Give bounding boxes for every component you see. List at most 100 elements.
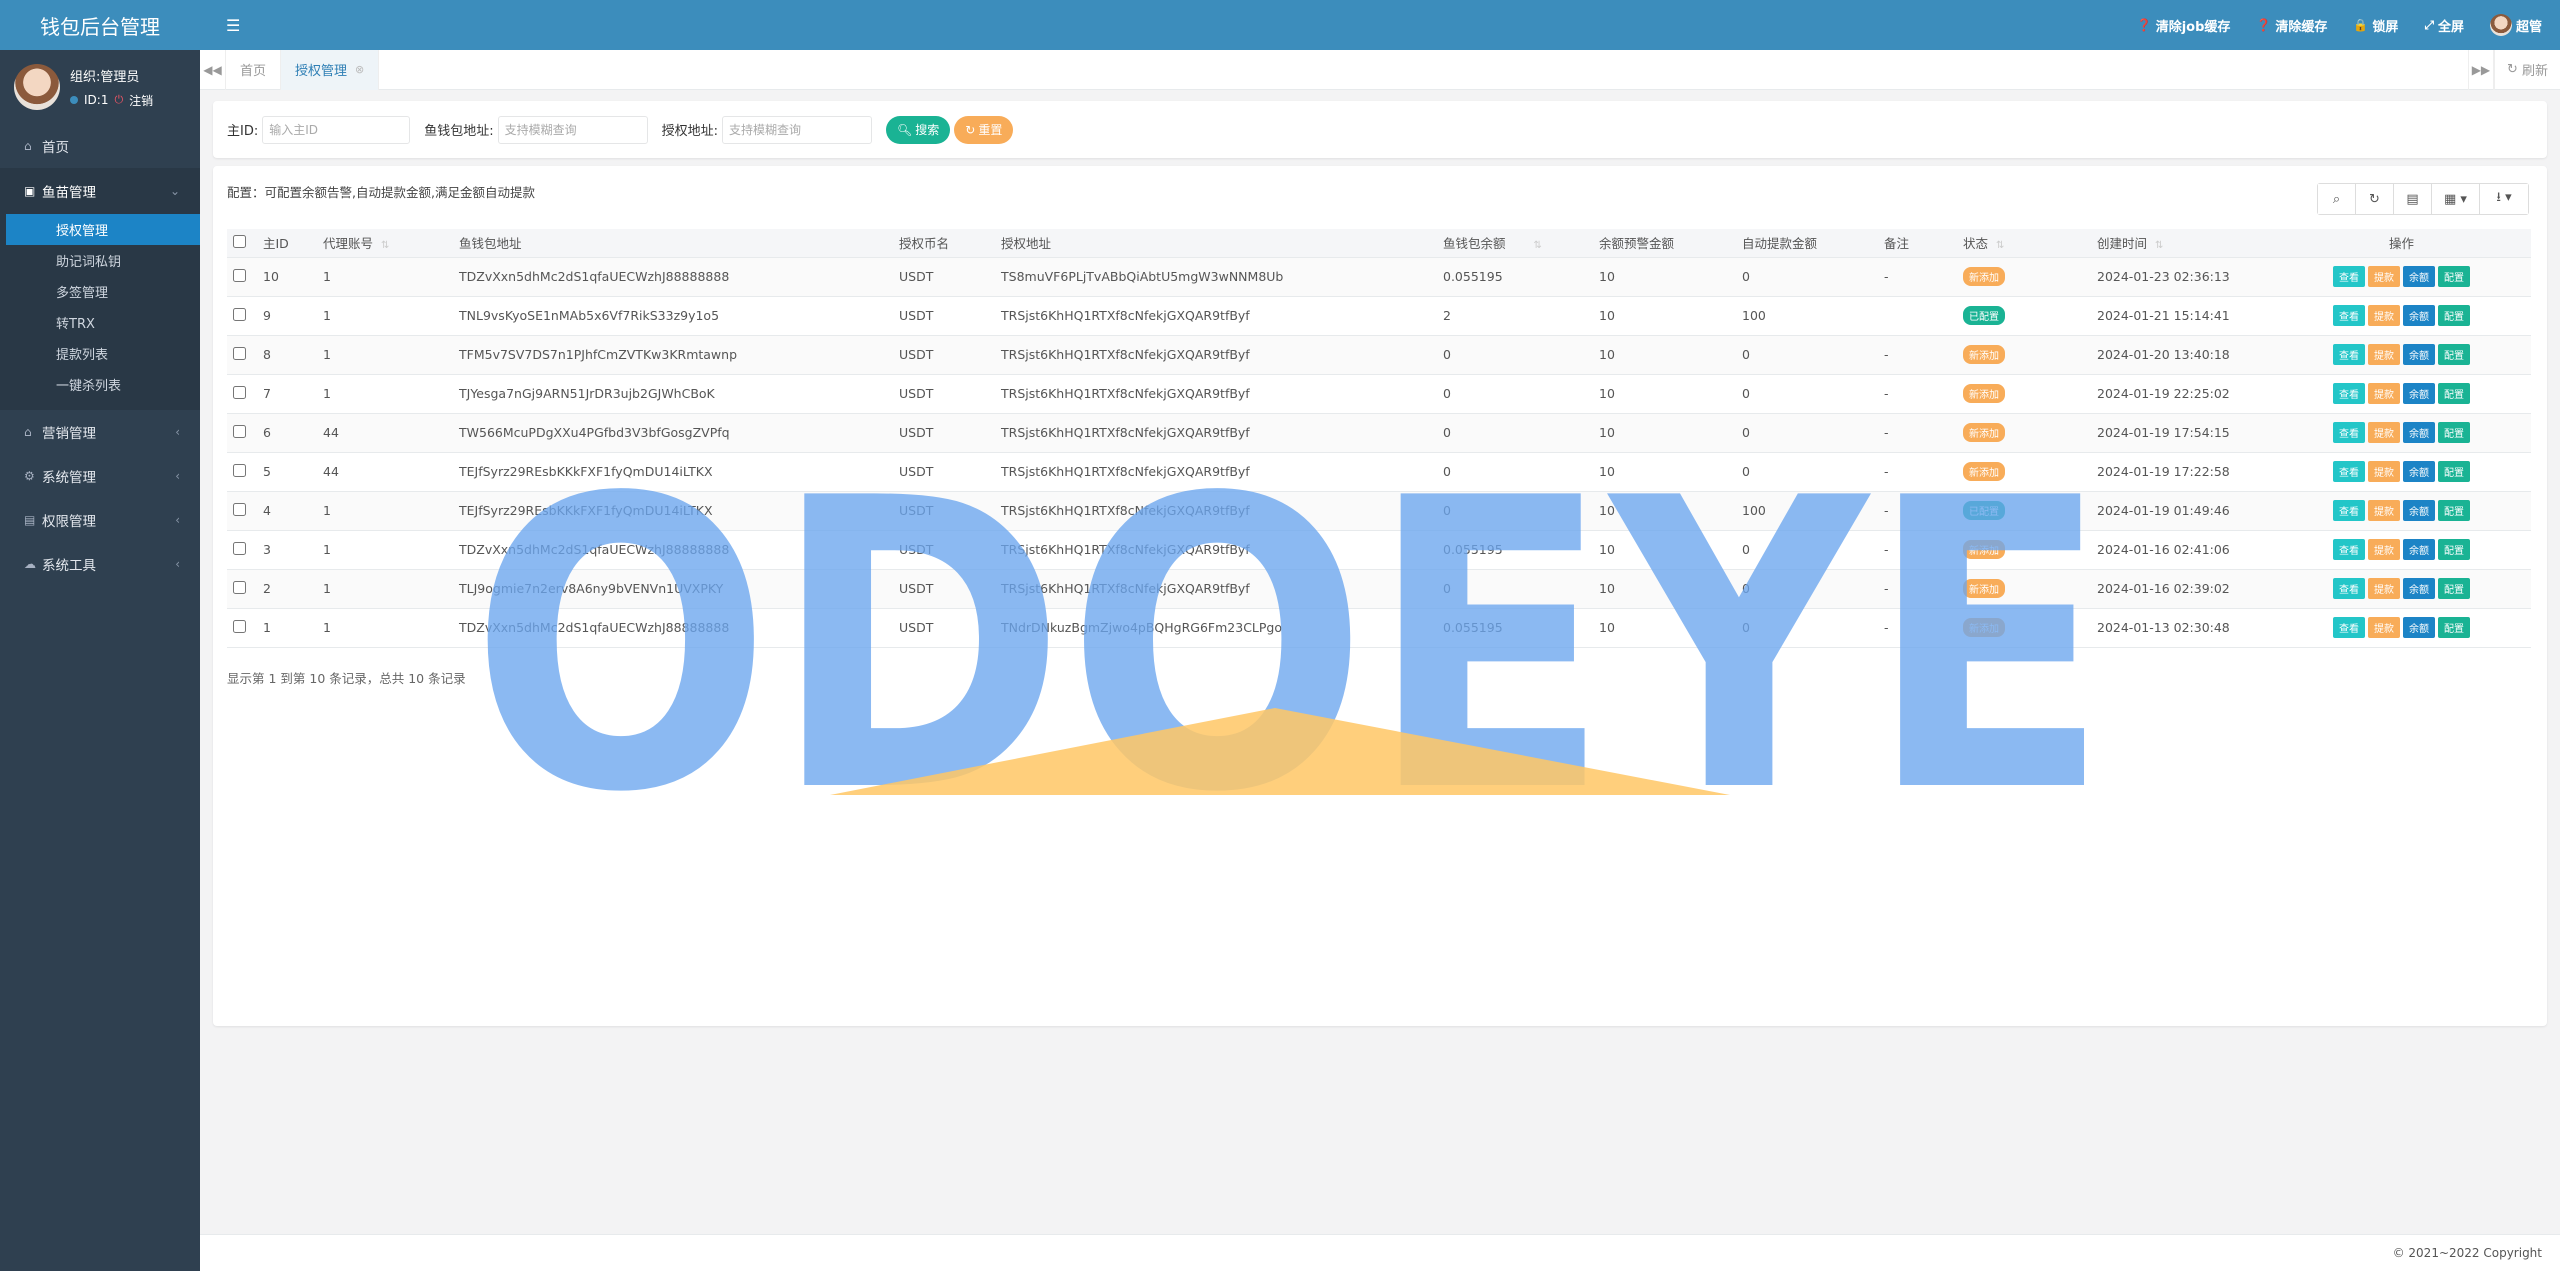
table-row[interactable]: 7 1 TJYesga7nGj9ARN51JrDR3ujb2GJWhCBoK USDT… <box>227 374 2531 413</box>
col-header[interactable]: 创建时间 ⇅ <box>2067 229 2272 258</box>
config-button[interactable]: 配置 <box>2438 383 2470 404</box>
tab-scroll-left-icon[interactable]: ◀◀ <box>200 49 226 90</box>
view-button[interactable]: 查看 <box>2333 422 2365 443</box>
balance-button[interactable]: 余额 <box>2403 539 2435 560</box>
sidebar-item-marketing[interactable]: ⌂ 营销管理 ‹ <box>0 410 200 454</box>
row-checkbox[interactable] <box>233 541 246 555</box>
config-button[interactable]: 配置 <box>2438 461 2470 482</box>
view-button[interactable]: 查看 <box>2333 578 2365 599</box>
row-checkbox[interactable] <box>233 580 246 594</box>
submenu-item-multisig[interactable]: 多签管理 <box>0 276 200 307</box>
col-header[interactable]: 主ID <box>257 229 317 258</box>
config-button[interactable]: 配置 <box>2438 500 2470 521</box>
columns-icon[interactable]: ▦ ▾ <box>2432 184 2480 214</box>
row-checkbox[interactable] <box>233 619 246 633</box>
balance-button[interactable]: 余额 <box>2403 461 2435 482</box>
config-button[interactable]: 配置 <box>2438 578 2470 599</box>
row-checkbox[interactable] <box>233 463 246 477</box>
main-id-input[interactable] <box>262 115 411 144</box>
view-button[interactable]: 查看 <box>2333 461 2365 482</box>
menu-toggle-icon[interactable]: ☰ <box>226 16 240 35</box>
table-row[interactable]: 4 1 TEJfSyrz29REsbKKkFXF1fyQmDU14iLTKX USDT… <box>227 491 2531 530</box>
export-icon[interactable]: ⭳ ▾ <box>2480 184 2528 214</box>
sidebar-item-permission[interactable]: ▤ 权限管理 ‹ <box>0 498 200 542</box>
config-button[interactable]: 配置 <box>2438 617 2470 638</box>
config-button[interactable]: 配置 <box>2438 539 2470 560</box>
balance-button[interactable]: 余额 <box>2403 383 2435 404</box>
withdraw-button[interactable]: 提款 <box>2368 617 2400 638</box>
table-row[interactable]: 1 1 TDZvXxn5dhMc2dS1qfaUECWzhJ88888888 USDT… <box>227 608 2531 647</box>
sidebar-item-system[interactable]: ⚙ 系统管理 ‹ <box>0 454 200 498</box>
sidebar-item-home[interactable]: ⌂ 首页 <box>0 124 200 168</box>
config-button[interactable]: 配置 <box>2438 422 2470 443</box>
sidebar-item-tools[interactable]: ☁ 系统工具 ‹ <box>0 542 200 586</box>
fullscreen-button[interactable]: ⤢ 全屏 <box>2424 16 2464 35</box>
row-checkbox[interactable] <box>233 307 246 321</box>
view-button[interactable]: 查看 <box>2333 617 2365 638</box>
row-checkbox[interactable] <box>233 502 246 516</box>
tab-home[interactable]: 首页 <box>226 49 282 90</box>
submenu-item-auth[interactable]: 授权管理 <box>6 214 200 245</box>
sidebar-item-fish[interactable]: ▣ 鱼苗管理 ⌄ <box>0 168 200 214</box>
row-checkbox[interactable] <box>233 268 246 282</box>
balance-button[interactable]: 余额 <box>2403 422 2435 443</box>
refresh-icon[interactable]: ↻ <box>2356 184 2394 214</box>
col-header[interactable]: 状态 ⇅ <box>1957 229 2067 258</box>
view-button[interactable]: 查看 <box>2333 266 2365 287</box>
wallet-input[interactable] <box>497 115 648 144</box>
withdraw-button[interactable]: 提款 <box>2368 539 2400 560</box>
withdraw-button[interactable]: 提款 <box>2368 383 2400 404</box>
table-row[interactable]: 8 1 TFM5v7SV7DS7n1PJhfCmZVTKw3KRmtawnp USDT… <box>227 335 2531 374</box>
table-row[interactable]: 10 1 TDZvXxn5dhMc2dS1qfaUECWzhJ88888888 USD… <box>227 257 2531 296</box>
withdraw-button[interactable]: 提款 <box>2368 578 2400 599</box>
col-header[interactable]: 鱼钱包余额 ⇅ <box>1437 229 1593 258</box>
tab-auth[interactable]: 授权管理 ⊗ <box>281 49 380 90</box>
withdraw-button[interactable]: 提款 <box>2368 422 2400 443</box>
reset-button[interactable]: ↻ 重置 <box>954 115 1014 144</box>
view-button[interactable]: 查看 <box>2333 344 2365 365</box>
row-checkbox[interactable] <box>233 385 246 399</box>
withdraw-button[interactable]: 提款 <box>2368 461 2400 482</box>
balance-button[interactable]: 余额 <box>2403 305 2435 326</box>
search-icon[interactable]: ⌕ <box>2318 184 2356 214</box>
row-checkbox[interactable] <box>233 346 246 360</box>
auth-input[interactable] <box>722 115 873 144</box>
close-icon[interactable]: ⊗ <box>355 63 364 76</box>
col-header[interactable]: 代理账号 ⇅ <box>317 229 453 258</box>
submenu-item-mnemonic[interactable]: 助记词私钥 <box>0 245 200 276</box>
balance-button[interactable]: 余额 <box>2403 578 2435 599</box>
balance-button[interactable]: 余额 <box>2403 500 2435 521</box>
withdraw-button[interactable]: 提款 <box>2368 266 2400 287</box>
balance-button[interactable]: 余额 <box>2403 617 2435 638</box>
clear-cache-button[interactable]: ❓ 清除缓存 <box>2256 16 2327 35</box>
config-button[interactable]: 配置 <box>2438 344 2470 365</box>
table-row[interactable]: 5 44 TEJfSyrz29REsbKKkFXF1fyQmDU14iLTKX USD… <box>227 452 2531 491</box>
submenu-item-withdraw[interactable]: 提款列表 <box>0 338 200 369</box>
config-button[interactable]: 配置 <box>2438 305 2470 326</box>
toggle-view-icon[interactable]: ▤ <box>2394 184 2432 214</box>
clear-job-cache-button[interactable]: ❓ 清除job缓存 <box>2137 16 2231 35</box>
view-button[interactable]: 查看 <box>2333 500 2365 521</box>
balance-button[interactable]: 余额 <box>2403 266 2435 287</box>
row-checkbox[interactable] <box>233 424 246 438</box>
submenu-item-kill[interactable]: 一键杀列表 <box>0 369 200 400</box>
table-row[interactable]: 9 1 TNL9vsKyoSE1nMAb5x6Vf7RikS33z9y1o5 USDT… <box>227 296 2531 335</box>
table-row[interactable]: 6 44 TW566McuPDgXXu4PGfbd3V3bfGosgZVPfq USD… <box>227 413 2531 452</box>
withdraw-button[interactable]: 提款 <box>2368 305 2400 326</box>
lock-screen-button[interactable]: 🔒 锁屏 <box>2353 16 2398 35</box>
config-button[interactable]: 配置 <box>2438 266 2470 287</box>
view-button[interactable]: 查看 <box>2333 305 2365 326</box>
refresh-button[interactable]: ↻ 刷新 <box>2493 49 2560 90</box>
select-all-checkbox[interactable] <box>233 234 246 248</box>
balance-button[interactable]: 余额 <box>2403 344 2435 365</box>
withdraw-button[interactable]: 提款 <box>2368 344 2400 365</box>
logout-icon[interactable]: ⏻ <box>114 93 123 107</box>
submenu-item-trx[interactable]: 转TRX <box>0 307 200 338</box>
table-row[interactable]: 3 1 TDZvXxn5dhMc2dS1qfaUECWzhJ88888888 USDT… <box>227 530 2531 569</box>
withdraw-button[interactable]: 提款 <box>2368 500 2400 521</box>
logout-link[interactable]: 注销 <box>129 92 153 109</box>
search-button[interactable]: 🔍︎ 搜索 <box>886 115 951 144</box>
tab-scroll-right-icon[interactable]: ▶▶ <box>2467 49 2494 90</box>
view-button[interactable]: 查看 <box>2333 539 2365 560</box>
view-button[interactable]: 查看 <box>2333 383 2365 404</box>
